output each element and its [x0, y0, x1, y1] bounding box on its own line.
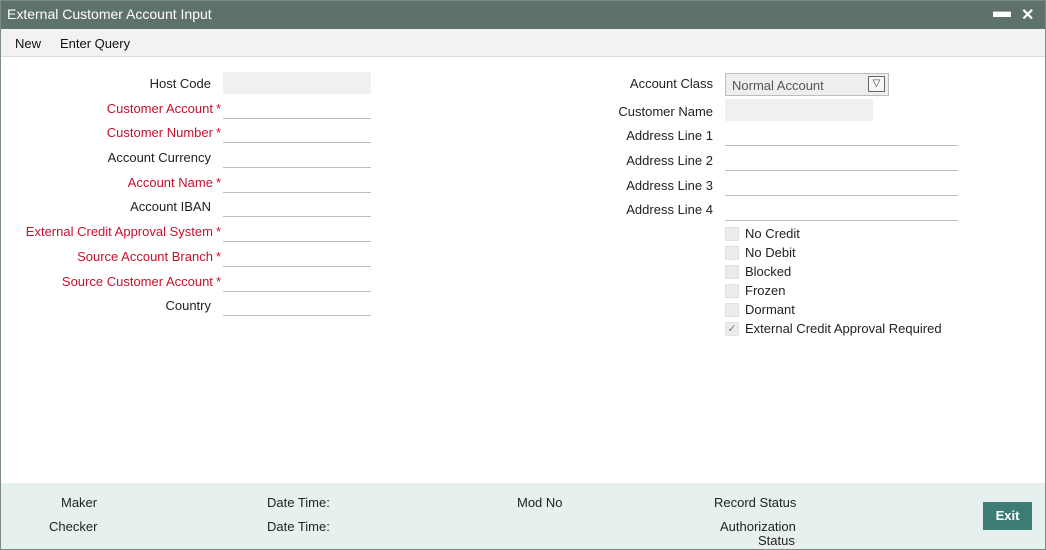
minimize-icon[interactable]: ▬ [993, 1, 1011, 22]
external-customer-account-window: External Customer Account Input ▬ ✕ New … [0, 0, 1046, 550]
no-debit-label: No Debit [745, 245, 796, 260]
record-status-label: Record Status [714, 495, 797, 510]
required-marker: * [215, 249, 221, 264]
address-line-4-field[interactable] [725, 199, 958, 221]
account-iban-label: Account IBAN [130, 199, 211, 214]
authorization-status-label: Status [758, 533, 795, 548]
maker-label: Maker [61, 495, 98, 510]
customer-name-label: Customer Name [618, 104, 713, 119]
account-class-label: Account Class [629, 76, 713, 91]
no-debit-checkbox[interactable] [725, 246, 739, 260]
no-credit-label: No Credit [745, 226, 800, 241]
checker-date-time-label: Date Time: [267, 519, 330, 534]
required-marker: * [215, 101, 221, 116]
authorization-label: Authorization [720, 519, 796, 534]
account-currency-label: Account Currency [107, 150, 211, 165]
menu-enter-query[interactable]: Enter Query [60, 36, 130, 51]
account-name-field[interactable] [223, 171, 371, 193]
no-credit-checkbox[interactable] [725, 227, 739, 241]
source-account-branch-label: Source Account Branch * [77, 249, 221, 264]
maker-date-time-label: Date Time: [267, 495, 330, 510]
source-account-branch-field[interactable] [223, 245, 371, 267]
customer-name-field[interactable] [725, 99, 873, 121]
host-code-field[interactable] [223, 72, 371, 94]
source-customer-account-label: Source Customer Account * [61, 274, 221, 289]
window-title: External Customer Account Input [7, 6, 212, 22]
address-line-4-label: Address Line 4 [626, 202, 713, 217]
ext-credit-approval-system-field[interactable] [223, 220, 371, 242]
customer-account-label: Customer Account * [106, 101, 221, 116]
blocked-label: Blocked [745, 264, 792, 279]
customer-number-label: Customer Number * [106, 125, 221, 140]
frozen-checkbox[interactable] [725, 284, 739, 298]
required-marker: * [215, 274, 221, 289]
account-currency-field[interactable] [223, 146, 371, 168]
required-marker: * [215, 175, 221, 190]
account-class-select[interactable]: Normal Account ▽ [725, 73, 889, 96]
customer-number-field[interactable] [223, 121, 371, 143]
mod-no-label: Mod No [517, 495, 563, 510]
dormant-checkbox[interactable] [725, 303, 739, 317]
address-line-2-field[interactable] [725, 149, 958, 171]
required-marker: * [215, 224, 221, 239]
exit-button[interactable]: Exit [983, 502, 1032, 530]
close-icon[interactable]: ✕ [1021, 5, 1034, 25]
address-line-1-field[interactable] [725, 124, 958, 146]
account-name-label: Account Name * [127, 175, 221, 190]
title-bar: External Customer Account Input ▬ ✕ [1, 1, 1045, 29]
country-label: Country [165, 298, 211, 313]
ext-credit-approval-system-label: External Credit Approval System * [25, 224, 221, 239]
account-class-value: Normal Account [732, 78, 824, 93]
account-iban-field[interactable] [223, 195, 371, 217]
required-marker: * [215, 125, 221, 140]
source-customer-account-field[interactable] [223, 270, 371, 292]
blocked-checkbox[interactable] [725, 265, 739, 279]
ext-credit-approval-required-checkbox[interactable]: ✓ [725, 322, 739, 336]
host-code-label: Host Code [149, 76, 211, 91]
checker-label: Checker [49, 519, 98, 534]
address-line-3-field[interactable] [725, 174, 958, 196]
audit-footer: Maker Checker Date Time: Date Time: Mod … [1, 483, 1045, 549]
chevron-down-icon[interactable]: ▽ [868, 76, 885, 92]
checkmark-icon: ✓ [727, 323, 737, 335]
menu-new[interactable]: New [15, 36, 41, 51]
dormant-label: Dormant [745, 302, 795, 317]
address-line-1-label: Address Line 1 [626, 128, 713, 143]
country-field[interactable] [223, 294, 371, 316]
address-line-2-label: Address Line 2 [626, 153, 713, 168]
frozen-label: Frozen [745, 283, 786, 298]
address-line-3-label: Address Line 3 [626, 178, 713, 193]
menu-bar: New Enter Query [1, 29, 1045, 57]
ext-credit-approval-required-label: External Credit Approval Required [745, 321, 942, 336]
customer-account-field[interactable] [223, 97, 371, 119]
